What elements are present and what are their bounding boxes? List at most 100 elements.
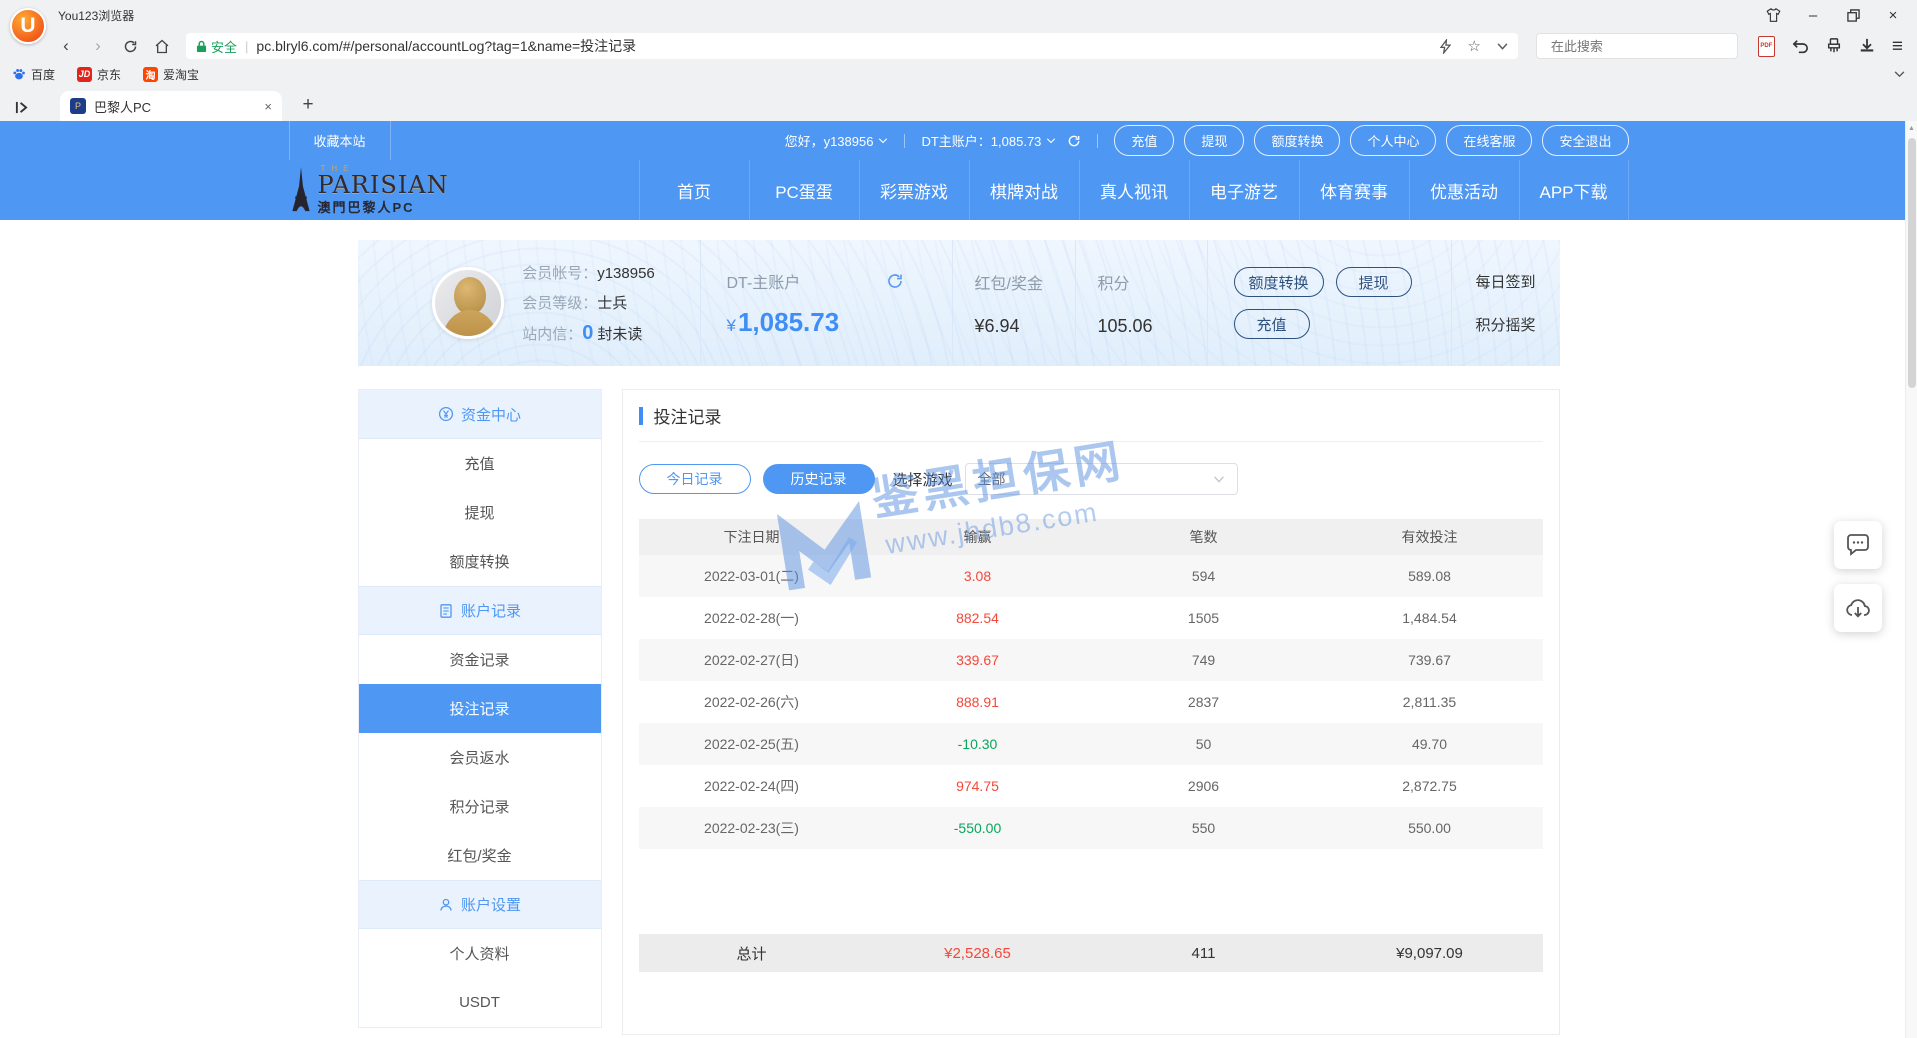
sidebar-item-redpacket[interactable]: 红包/奖金 — [359, 831, 601, 880]
table-row: 2022-02-26(六) 888.91 2837 2,811.35 — [639, 681, 1543, 723]
topbar-deposit-button[interactable]: 充值 — [1114, 125, 1174, 156]
nav-item-egames[interactable]: 电子游艺 — [1189, 160, 1299, 220]
main-wallet[interactable]: DT主账户：1,085.73 — [921, 131, 1081, 150]
search-box[interactable] — [1536, 33, 1738, 59]
nav-item-app-download[interactable]: APP下载 — [1519, 160, 1629, 220]
nav-item-promos[interactable]: 优惠活动 — [1409, 160, 1519, 220]
sidebar-item-withdraw[interactable]: 提现 — [359, 488, 601, 537]
cloud-download-icon — [1845, 597, 1871, 619]
table-header: 下注日期 输赢 笔数 有效投注 — [639, 519, 1543, 555]
sidebar-item-transfer[interactable]: 额度转换 — [359, 537, 601, 586]
address-bar[interactable]: 安全 | pc.blryl6.com/#/personal/accountLog… — [186, 33, 1518, 59]
restore-button[interactable] — [1845, 7, 1861, 23]
browser-titlebar: U You123浏览器 – × — [0, 0, 1917, 30]
transfer-button[interactable]: 额度转换 — [1234, 267, 1324, 297]
security-label: 安全 — [211, 37, 237, 56]
tab-today-records[interactable]: 今日记录 — [639, 464, 751, 494]
topbar-customer-service-button[interactable]: 在线客服 — [1446, 125, 1532, 156]
logo-sub: 澳門巴黎人PC — [318, 197, 449, 216]
forward-button[interactable]: › — [86, 34, 110, 58]
browser-window: U You123浏览器 – × ‹ › 安全 | pc.blryl6.com/#… — [0, 0, 1917, 1038]
nav-item-live[interactable]: 真人视讯 — [1079, 160, 1189, 220]
scrollbar-up-arrow[interactable]: ▲ — [1906, 121, 1917, 136]
toolbar-collapse-icon[interactable] — [1894, 71, 1917, 78]
divider — [904, 134, 905, 148]
url-separator: | — [245, 39, 248, 54]
sidebar-item-rebate[interactable]: 会员返水 — [359, 733, 601, 782]
withdraw-button[interactable]: 提现 — [1336, 267, 1412, 297]
sidebar-item-personal-info[interactable]: 个人资料 — [359, 929, 601, 978]
sidebar-item-fund-records[interactable]: 资金记录 — [359, 635, 601, 684]
window-title: You123浏览器 — [58, 7, 134, 24]
home-button[interactable] — [150, 34, 174, 58]
points-lottery-link[interactable]: 积分摇奖 — [1475, 314, 1535, 335]
tab-close-icon[interactable]: × — [264, 99, 272, 114]
bookmark-baidu[interactable]: 百度 — [12, 66, 55, 83]
chat-icon — [1846, 534, 1870, 556]
cloud-download-button[interactable] — [1834, 584, 1882, 632]
reload-button[interactable] — [118, 34, 142, 58]
points-value: 105.06 — [1098, 316, 1207, 337]
favorite-site-link[interactable]: 收藏本站 — [289, 121, 391, 160]
topbar-personal-center-button[interactable]: 个人中心 — [1350, 125, 1436, 156]
topbar-logout-button[interactable]: 安全退出 — [1542, 125, 1628, 156]
sidebar-item-bet-records[interactable]: 投注记录 — [359, 684, 601, 733]
topbar-transfer-button[interactable]: 额度转换 — [1254, 125, 1340, 156]
address-dropdown-icon[interactable] — [1497, 43, 1508, 50]
search-input[interactable] — [1551, 39, 1727, 54]
topbar-withdraw-button[interactable]: 提现 — [1184, 125, 1244, 156]
scrollbar-thumb[interactable] — [1908, 138, 1916, 388]
taobao-icon: 淘 — [143, 67, 158, 82]
refresh-icon[interactable] — [886, 272, 904, 290]
coin-yen-icon — [438, 406, 454, 422]
site-logo[interactable]: THE PARISIAN 澳門巴黎人PC — [289, 164, 449, 216]
tab-bar: P 巴黎人PC × + — [0, 86, 1917, 121]
daily-signin-link[interactable]: 每日签到 — [1475, 271, 1535, 292]
baidu-icon — [12, 67, 26, 81]
nav-item-home[interactable]: 首页 — [639, 160, 749, 220]
customer-service-chat-button[interactable] — [1834, 521, 1882, 569]
jd-icon: JD — [77, 67, 92, 82]
back-button[interactable]: ‹ — [54, 34, 78, 58]
table-row: 2022-02-23(三) -550.00 550 550.00 — [639, 807, 1543, 849]
divider — [1097, 134, 1098, 148]
game-select[interactable]: 全部 — [965, 463, 1238, 495]
sidebar-item-deposit[interactable]: 充值 — [359, 439, 601, 488]
page-scrollbar[interactable]: ▲ — [1905, 121, 1917, 1038]
tab-parisian[interactable]: P 巴黎人PC × — [60, 91, 282, 121]
eiffel-tower-icon — [289, 167, 313, 213]
tab-sidebar-toggle-icon[interactable] — [8, 93, 34, 121]
bookmark-label: 爱淘宝 — [163, 66, 199, 83]
nav-item-chess[interactable]: 棋牌对战 — [969, 160, 1079, 220]
user-greeting[interactable]: 您好，y138956 — [785, 131, 889, 150]
bookmark-taobao[interactable]: 淘 爱淘宝 — [143, 66, 199, 83]
sidebar-section-records: 账户记录 — [359, 586, 601, 635]
clean-brush-icon[interactable] — [1826, 38, 1842, 54]
nav-item-sports[interactable]: 体育赛事 — [1299, 160, 1409, 220]
minimize-button[interactable]: – — [1805, 7, 1821, 23]
tab-history-records[interactable]: 历史记录 — [763, 464, 875, 494]
chevron-down-icon — [878, 138, 888, 144]
mail-unit: 封未读 — [597, 326, 642, 343]
mail-count[interactable]: 0 — [582, 322, 593, 344]
instant-icon[interactable] — [1440, 39, 1451, 54]
bookmark-star-icon[interactable]: ☆ — [1467, 37, 1480, 55]
bet-records-panel: 投注记录 今日记录 历史记录 选择游戏 全部 下注日期 — [622, 389, 1560, 1035]
nav-item-pcdandan[interactable]: PC蛋蛋 — [749, 160, 859, 220]
bookmark-jd[interactable]: JD 京东 — [77, 66, 121, 83]
undo-icon[interactable] — [1792, 39, 1809, 54]
redpacket-label: 红包/奖金 — [975, 270, 1043, 294]
table-row: 2022-02-28(一) 882.54 1505 1,484.54 — [639, 597, 1543, 639]
deposit-button[interactable]: 充值 — [1234, 309, 1310, 339]
new-tab-button[interactable]: + — [294, 91, 322, 119]
nav-item-lottery[interactable]: 彩票游戏 — [859, 160, 969, 220]
sidebar-item-points-records[interactable]: 积分记录 — [359, 782, 601, 831]
close-button[interactable]: × — [1885, 7, 1901, 23]
pdf-tool-icon[interactable]: PDF — [1758, 36, 1775, 57]
skin-shirt-icon[interactable] — [1765, 7, 1781, 23]
download-icon[interactable] — [1859, 38, 1875, 54]
menu-icon[interactable]: ≡ — [1892, 37, 1903, 56]
sidebar-item-usdt[interactable]: USDT — [359, 978, 601, 1027]
sidebar: 资金中心 充值 提现 额度转换 账户记录 资金记录 投注记录 会员返水 积分记录… — [358, 389, 602, 1028]
refresh-icon[interactable] — [1067, 134, 1081, 148]
